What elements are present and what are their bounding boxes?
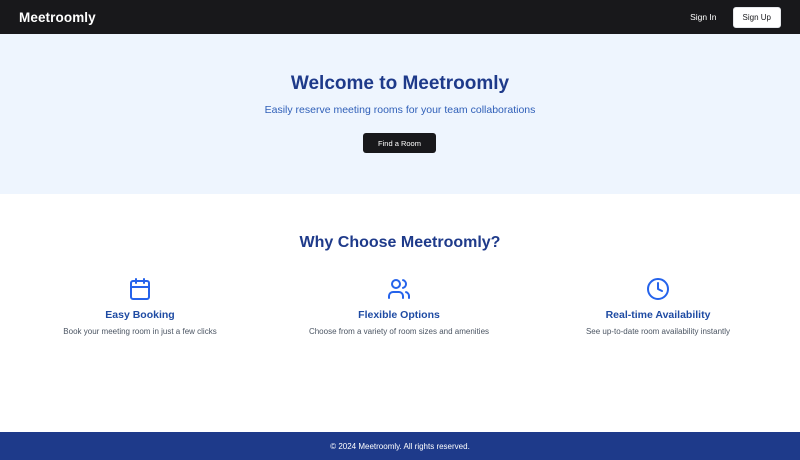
feature-title: Easy Booking: [105, 309, 175, 321]
footer: © 2024 Meetroomly. All rights reserved.: [0, 432, 800, 460]
feature-description: See up-to-date room availability instant…: [585, 327, 731, 336]
find-room-button[interactable]: Find a Room: [363, 133, 436, 153]
features-title: Why Choose Meetroomly?: [299, 234, 501, 251]
users-icon: [387, 277, 411, 301]
copyright-text: © 2024 Meetroomly. All rights reserved.: [330, 441, 470, 451]
clock-icon: [646, 277, 670, 301]
feature-title: Real-time Availability: [605, 309, 711, 321]
feature-flexible-options: Flexible Options Choose from a variety o…: [269, 277, 529, 336]
feature-easy-booking: Easy Booking Book your meeting room in j…: [10, 277, 270, 336]
nav-actions: Sign In Sign Up: [684, 6, 781, 28]
feature-description: Choose from a variety of room sizes and …: [308, 327, 490, 336]
calendar-icon: [128, 277, 152, 301]
feature-title: Flexible Options: [358, 309, 440, 321]
sign-in-link[interactable]: Sign In: [684, 8, 722, 26]
hero-section: Welcome to Meetroomly Easily reserve mee…: [0, 34, 800, 194]
hero-subtitle: Easily reserve meeting rooms for your te…: [264, 104, 536, 116]
feature-description: Book your meeting room in just a few cli…: [63, 327, 217, 336]
brand-logo[interactable]: Meetroomly: [19, 10, 96, 25]
feature-realtime-availability: Real-time Availability See up-to-date ro…: [528, 277, 788, 336]
hero-title: Welcome to Meetroomly: [290, 73, 510, 94]
navbar: Meetroomly Sign In Sign Up: [0, 0, 800, 34]
sign-up-button[interactable]: Sign Up: [732, 6, 781, 28]
